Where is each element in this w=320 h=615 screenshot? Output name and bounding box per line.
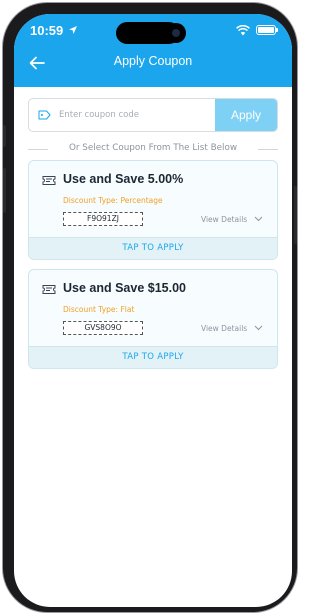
coupon-entry-row: Apply (28, 98, 278, 132)
discount-type: Discount Type: Flat (63, 305, 135, 314)
tap-to-apply-button[interactable]: TAP TO APPLY (29, 237, 277, 259)
divider-line (28, 149, 48, 150)
camera (166, 23, 186, 43)
phone-frame: 10:59 Apply Coupon Enter coupon code App… (3, 3, 297, 612)
list-divider: Or Select Coupon From The List Below (28, 143, 278, 157)
coupon-title: Use and Save 5.00% (63, 172, 184, 186)
status-bar: 10:59 (14, 22, 292, 44)
coupon-code: GVS8O9O (63, 321, 143, 335)
coupon-code: F9O91ZJ (63, 212, 143, 226)
battery-icon (256, 25, 278, 35)
chevron-down-icon[interactable] (254, 325, 263, 331)
location-arrow-icon (69, 26, 77, 34)
status-time: 10:59 (30, 23, 64, 38)
view-details-link[interactable]: View Details (201, 324, 247, 333)
screen: 10:59 Apply Coupon Enter coupon code App… (14, 14, 292, 607)
app-header: 10:59 Apply Coupon (14, 14, 292, 87)
coupon-title: Use and Save $15.00 (63, 281, 186, 295)
ticket-icon (42, 176, 56, 185)
nav-bar: Apply Coupon (14, 50, 292, 80)
discount-type: Discount Type: Percentage (63, 196, 163, 205)
page-title: Apply Coupon (113, 54, 193, 68)
tap-to-apply-button[interactable]: TAP TO APPLY (29, 346, 277, 368)
coupon-code-input[interactable] (59, 99, 227, 131)
silent-switch (3, 125, 6, 147)
view-details-link[interactable]: View Details (201, 215, 247, 224)
divider-line (258, 149, 278, 150)
apply-button[interactable]: Apply (215, 99, 277, 131)
volume-button (3, 168, 6, 213)
coupon-card[interactable]: Use and Save $15.00 Discount Type: Flat … (28, 269, 278, 369)
battery-level (258, 27, 274, 33)
power-button (294, 186, 297, 244)
tag-icon (38, 110, 51, 120)
coupon-card[interactable]: Use and Save 5.00% Discount Type: Percen… (28, 160, 278, 260)
ticket-icon (42, 285, 56, 294)
divider-text: Or Select Coupon From The List Below (68, 143, 238, 153)
wifi-icon (236, 25, 250, 36)
chevron-down-icon[interactable] (254, 216, 263, 222)
